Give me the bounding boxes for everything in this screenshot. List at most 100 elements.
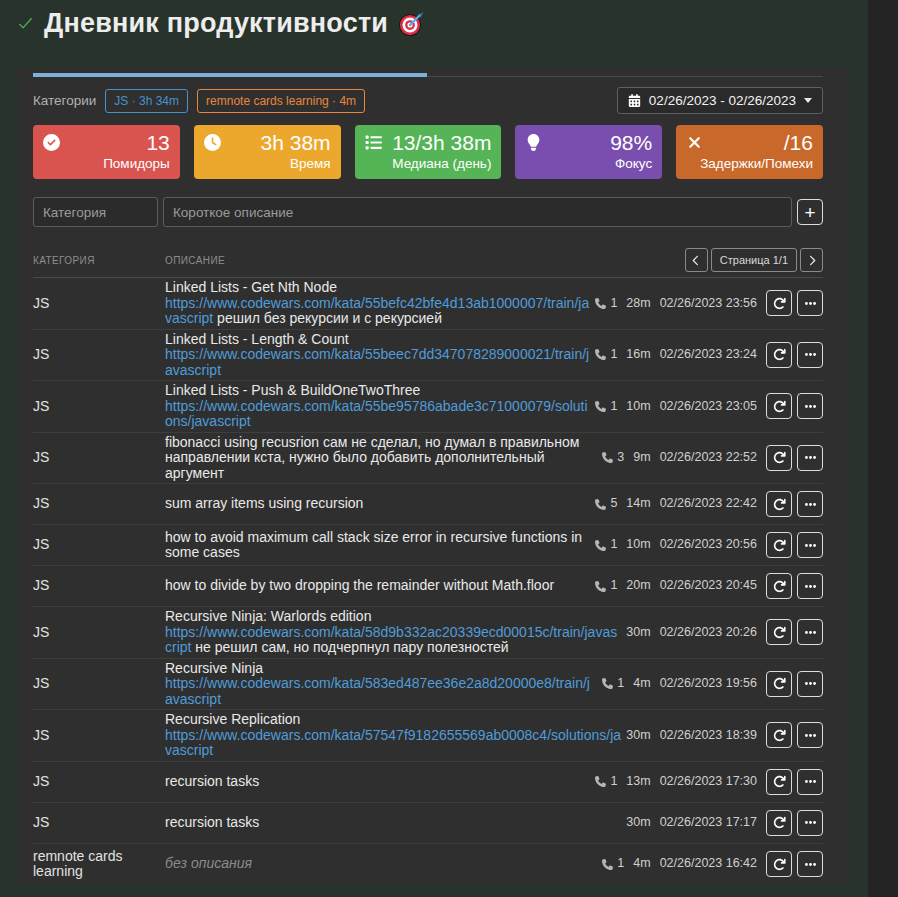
repeat-entry-button[interactable] <box>766 532 792 558</box>
more-actions-button[interactable] <box>797 810 823 836</box>
row-actions <box>766 769 823 795</box>
row-interruptions: 1 <box>602 856 624 872</box>
table-row: JSfibonacci using recusrion сам не сдела… <box>33 433 823 485</box>
stat-label: Медиана (день) <box>365 154 492 173</box>
row-description: Linked Lists - Push & BuildOneTwoThreeht… <box>165 383 590 430</box>
more-actions-button[interactable] <box>797 393 823 419</box>
next-page-button[interactable] <box>800 248 823 272</box>
interruption-count: 1 <box>610 399 617 415</box>
table-row: JSLinked Lists - Push & BuildOneTwoThree… <box>33 381 823 433</box>
row-meta: 514m02/26/2023 22:42 <box>595 496 757 512</box>
table-header: КАТЕГОРИЯ ОПИСАНИЕ Страница 1/1 <box>33 248 823 278</box>
category-input[interactable] <box>33 197 158 227</box>
prev-page-button[interactable] <box>685 248 708 272</box>
row-note: how to divide by two dropping the remain… <box>165 577 554 593</box>
repeat-entry-button[interactable] <box>766 619 792 645</box>
phone-icon <box>602 678 613 689</box>
phone-icon <box>595 776 606 787</box>
more-actions-button[interactable] <box>797 671 823 697</box>
more-actions-button[interactable] <box>797 342 823 368</box>
row-category: JS <box>33 450 165 466</box>
row-datetime: 02/26/2023 20:26 <box>660 625 757 641</box>
row-category: JS <box>33 676 165 692</box>
more-actions-button[interactable] <box>797 573 823 599</box>
check-circle-icon <box>43 134 60 151</box>
row-duration: 4m <box>633 856 650 872</box>
phone-icon <box>595 349 606 360</box>
page-indicator: Страница 1/1 <box>711 248 797 272</box>
row-interruptions: 1 <box>595 537 617 553</box>
row-description: how to avoid maximum call stack size err… <box>165 530 590 561</box>
active-tab-indicator[interactable] <box>33 73 427 77</box>
repeat-entry-button[interactable] <box>766 810 792 836</box>
repeat-entry-button[interactable] <box>766 491 792 517</box>
interruption-count: 3 <box>617 450 624 466</box>
row-interruptions: 1 <box>602 676 624 692</box>
row-category: JS <box>33 625 165 641</box>
column-description: ОПИСАНИЕ <box>165 255 225 266</box>
repeat-entry-button[interactable] <box>766 393 792 419</box>
table-row: JSRecursive Ninja: Warlords editionhttps… <box>33 607 823 659</box>
row-datetime: 02/26/2023 18:39 <box>660 728 757 744</box>
row-duration: 9m <box>633 450 650 466</box>
lightbulb-icon <box>525 134 542 151</box>
stat-label: Задержки/Помехи <box>686 154 813 173</box>
row-actions <box>766 810 823 836</box>
row-description: Recursive Ninja: Warlords editionhttps:/… <box>165 609 621 656</box>
row-note: how to avoid maximum call stack size err… <box>165 529 582 561</box>
table-row: JSrecursion tasks30m02/26/2023 17:17 <box>33 803 823 844</box>
repeat-entry-button[interactable] <box>766 573 792 599</box>
row-link[interactable]: https://www.codewars.com/kata/55beec7dd3… <box>165 346 589 378</box>
repeat-entry-button[interactable] <box>766 342 792 368</box>
entries-list: JSLinked Lists - Get Nth Nodehttps://www… <box>33 278 823 884</box>
description-input[interactable] <box>163 197 792 227</box>
row-duration: 28m <box>626 296 650 312</box>
category-badge[interactable]: JS · 3h 34m <box>105 89 188 113</box>
more-actions-button[interactable] <box>797 445 823 471</box>
row-actions <box>766 851 823 877</box>
more-actions-button[interactable] <box>797 619 823 645</box>
stat-value: 13/3h 38m <box>365 132 492 154</box>
more-actions-button[interactable] <box>797 769 823 795</box>
category-badge[interactable]: remnote cards learning · 4m <box>197 89 365 113</box>
row-note: recursion tasks <box>165 814 259 830</box>
row-link[interactable]: https://www.codewars.com/kata/583ed487ee… <box>165 675 590 707</box>
row-meta: 120m02/26/2023 20:45 <box>595 578 757 594</box>
row-datetime: 02/26/2023 23:24 <box>660 347 757 363</box>
repeat-entry-button[interactable] <box>766 722 792 748</box>
row-meta: 30m02/26/2023 20:26 <box>626 625 757 641</box>
row-category: JS <box>33 347 165 363</box>
repeat-entry-button[interactable] <box>766 445 792 471</box>
interruption-count: 1 <box>610 537 617 553</box>
row-actions <box>766 290 823 316</box>
row-interruptions: 1 <box>595 347 617 363</box>
row-meta: 30m02/26/2023 17:17 <box>626 815 757 831</box>
row-meta: 116m02/26/2023 23:24 <box>595 347 757 363</box>
date-range-select[interactable]: 02/26/2023 - 02/26/2023 <box>617 87 823 114</box>
row-datetime: 02/26/2023 22:52 <box>660 450 757 466</box>
row-actions <box>766 491 823 517</box>
row-meta: 128m02/26/2023 23:56 <box>595 296 757 312</box>
row-datetime: 02/26/2023 20:45 <box>660 578 757 594</box>
repeat-entry-button[interactable] <box>766 671 792 697</box>
row-duration: 10m <box>626 399 650 415</box>
more-actions-button[interactable] <box>797 532 823 558</box>
stat-card: 98%Фокус <box>515 125 662 179</box>
phone-icon <box>595 499 606 510</box>
categories-filter: Категории JS · 3h 34mremnote cards learn… <box>33 89 365 113</box>
date-range-value: 02/26/2023 - 02/26/2023 <box>649 93 796 108</box>
row-link[interactable]: https://www.codewars.com/kata/55be95786a… <box>165 398 588 430</box>
add-button[interactable]: + <box>797 199 823 225</box>
repeat-entry-button[interactable] <box>766 851 792 877</box>
row-description: how to divide by two dropping the remain… <box>165 578 590 594</box>
more-actions-button[interactable] <box>797 491 823 517</box>
more-actions-button[interactable] <box>797 851 823 877</box>
more-actions-button[interactable] <box>797 722 823 748</box>
xmark-icon <box>686 134 703 151</box>
row-title: Recursive Ninja: Warlords edition <box>165 609 621 625</box>
row-actions <box>766 532 823 558</box>
repeat-entry-button[interactable] <box>766 290 792 316</box>
repeat-entry-button[interactable] <box>766 769 792 795</box>
more-actions-button[interactable] <box>797 290 823 316</box>
row-link[interactable]: https://www.codewars.com/kata/57547f9182… <box>165 727 621 759</box>
